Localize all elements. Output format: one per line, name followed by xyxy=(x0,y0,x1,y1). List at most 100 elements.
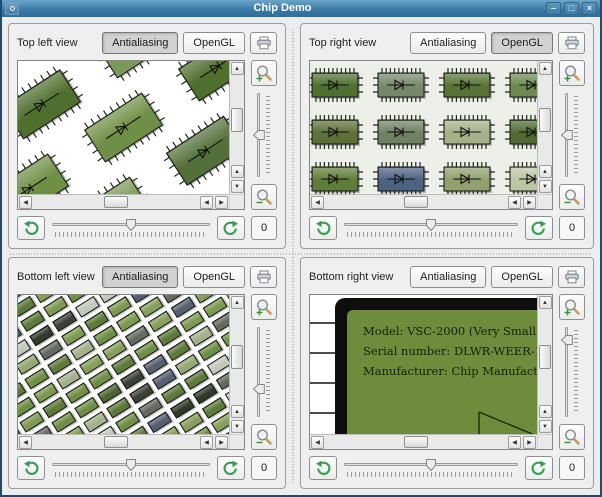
vscroll-handle[interactable] xyxy=(539,345,551,369)
minimize-button[interactable]: – xyxy=(546,2,561,15)
maximize-button[interactable]: □ xyxy=(564,2,579,15)
rotate-left-button[interactable] xyxy=(17,456,45,480)
vscroll-track[interactable] xyxy=(230,76,244,164)
rotate-slider-handle[interactable] xyxy=(425,458,437,472)
vscroll-handle[interactable] xyxy=(231,108,243,132)
graphics-view[interactable]: ▲ ▲ ▼ ◀ ◀ ▶ xyxy=(17,294,245,450)
print-button[interactable] xyxy=(558,32,585,54)
zoom-slider-handle[interactable] xyxy=(252,383,266,395)
hscroll-track[interactable] xyxy=(325,435,507,449)
scroll-left-button-2[interactable]: ◀ xyxy=(508,435,521,449)
rotate-slider-handle[interactable] xyxy=(125,218,137,232)
scroll-right-button[interactable]: ▶ xyxy=(215,195,228,209)
titlebar[interactable]: Chip Demo – □ × xyxy=(2,0,600,17)
scroll-left-button[interactable]: ◀ xyxy=(19,195,32,209)
scroll-up-button[interactable]: ▲ xyxy=(230,62,244,75)
antialiasing-button[interactable]: Antialiasing xyxy=(102,266,179,288)
scroll-down-button[interactable]: ▼ xyxy=(538,420,552,433)
print-button[interactable] xyxy=(250,32,277,54)
scroll-up-button[interactable]: ▲ xyxy=(538,296,552,309)
zoom-out-button[interactable] xyxy=(251,184,277,210)
zoom-out-button[interactable] xyxy=(559,184,585,210)
rotate-slider[interactable] xyxy=(342,456,520,480)
hscroll-track[interactable] xyxy=(33,435,199,449)
hscroll-handle[interactable] xyxy=(404,196,428,208)
zoom-out-button[interactable] xyxy=(559,424,585,450)
zoom-out-button[interactable] xyxy=(251,424,277,450)
horizontal-scrollbar[interactable]: ◀ ◀ ▶ xyxy=(310,194,537,209)
hscroll-handle[interactable] xyxy=(404,436,428,448)
rotate-left-button[interactable] xyxy=(309,216,337,240)
horizontal-scrollbar[interactable]: ◀ ◀ ▶ xyxy=(18,434,229,449)
antialiasing-button[interactable]: Antialiasing xyxy=(102,32,179,54)
scroll-down-button[interactable]: ▼ xyxy=(230,180,244,193)
window-menu-button[interactable] xyxy=(5,2,19,15)
scroll-up-button-2[interactable]: ▲ xyxy=(230,165,244,178)
rotate-slider[interactable] xyxy=(50,456,212,480)
rotate-slider[interactable] xyxy=(342,216,520,240)
hscroll-track[interactable] xyxy=(325,195,507,209)
rotate-right-button[interactable] xyxy=(217,216,245,240)
scroll-right-button[interactable]: ▶ xyxy=(215,435,228,449)
vertical-scrollbar[interactable]: ▲ ▲ ▼ xyxy=(229,295,244,434)
zoom-slider-handle[interactable] xyxy=(560,334,574,346)
zoom-slider-handle[interactable] xyxy=(560,129,574,141)
vscroll-handle[interactable] xyxy=(231,345,243,369)
rotate-left-button[interactable] xyxy=(309,456,337,480)
rotate-left-button[interactable] xyxy=(17,216,45,240)
scroll-up-button-2[interactable]: ▲ xyxy=(538,405,552,418)
hscroll-handle[interactable] xyxy=(104,196,128,208)
graphics-view[interactable]: ▲ ▲ ▼ ◀ ◀ ▶ xyxy=(17,60,245,210)
antialiasing-button[interactable]: Antialiasing xyxy=(410,266,487,288)
scroll-left-button[interactable]: ◀ xyxy=(19,435,32,449)
splitter-horizontal-handle[interactable] xyxy=(10,253,592,255)
vscroll-handle[interactable] xyxy=(539,108,551,132)
print-button[interactable] xyxy=(558,266,585,288)
scroll-left-button-2[interactable]: ◀ xyxy=(200,195,213,209)
hscroll-track[interactable] xyxy=(33,195,199,209)
scroll-up-button[interactable]: ▲ xyxy=(230,296,244,309)
scroll-left-button-2[interactable]: ◀ xyxy=(200,435,213,449)
zoom-in-button[interactable] xyxy=(251,60,277,86)
antialiasing-button[interactable]: Antialiasing xyxy=(410,32,487,54)
zoom-slider[interactable] xyxy=(251,325,277,419)
scroll-down-button[interactable]: ▼ xyxy=(538,180,552,193)
vertical-scrollbar[interactable]: ▲ ▲ ▼ xyxy=(537,61,552,194)
graphics-view[interactable]: Model: VSC-2000 (Very Small Chip) at 9 Se… xyxy=(309,294,553,450)
scroll-down-button[interactable]: ▼ xyxy=(230,420,244,433)
close-button[interactable]: × xyxy=(582,2,597,15)
vertical-scrollbar[interactable]: ▲ ▲ ▼ xyxy=(537,295,552,434)
vscroll-track[interactable] xyxy=(230,310,244,404)
scroll-right-button[interactable]: ▶ xyxy=(523,435,536,449)
vscroll-track[interactable] xyxy=(538,76,552,164)
zoom-slider[interactable] xyxy=(559,91,585,179)
zoom-slider[interactable] xyxy=(251,91,277,179)
zoom-in-button[interactable] xyxy=(559,60,585,86)
opengl-button[interactable]: OpenGL xyxy=(491,266,553,288)
rotate-right-button[interactable] xyxy=(525,456,553,480)
zoom-slider[interactable] xyxy=(559,325,585,419)
rotate-slider[interactable] xyxy=(50,216,212,240)
zoom-in-button[interactable] xyxy=(251,294,277,320)
zoom-in-button[interactable] xyxy=(559,294,585,320)
scroll-left-button-2[interactable]: ◀ xyxy=(508,195,521,209)
splitter-vertical-handle[interactable] xyxy=(292,29,294,483)
horizontal-scrollbar[interactable]: ◀ ◀ ▶ xyxy=(310,434,537,449)
graphics-view[interactable]: ▲ ▲ ▼ ◀ ◀ ▶ xyxy=(309,60,553,210)
rotate-right-button[interactable] xyxy=(525,216,553,240)
opengl-button[interactable]: OpenGL xyxy=(183,32,245,54)
vertical-scrollbar[interactable]: ▲ ▲ ▼ xyxy=(229,61,244,194)
rotate-slider-handle[interactable] xyxy=(425,218,437,232)
rotate-right-button[interactable] xyxy=(217,456,245,480)
scroll-up-button[interactable]: ▲ xyxy=(538,62,552,75)
hscroll-handle[interactable] xyxy=(104,436,128,448)
opengl-button[interactable]: OpenGL xyxy=(183,266,245,288)
print-button[interactable] xyxy=(250,266,277,288)
vscroll-track[interactable] xyxy=(538,310,552,404)
scroll-left-button[interactable]: ◀ xyxy=(311,435,324,449)
rotate-slider-handle[interactable] xyxy=(125,458,137,472)
scroll-up-button-2[interactable]: ▲ xyxy=(230,405,244,418)
scroll-up-button-2[interactable]: ▲ xyxy=(538,165,552,178)
opengl-button[interactable]: OpenGL xyxy=(491,32,553,54)
horizontal-scrollbar[interactable]: ◀ ◀ ▶ xyxy=(18,194,229,209)
